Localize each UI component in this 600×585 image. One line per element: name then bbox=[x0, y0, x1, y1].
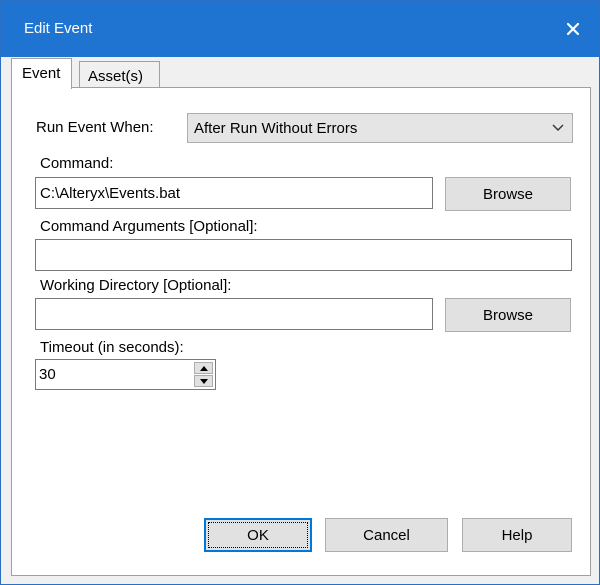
tab-assets-label: Asset(s) bbox=[88, 68, 144, 85]
ok-button[interactable]: OK bbox=[204, 518, 312, 552]
ok-label: OK bbox=[247, 526, 269, 544]
tab-assets[interactable]: Asset(s) bbox=[79, 61, 160, 88]
tab-event[interactable]: Event bbox=[11, 58, 72, 89]
title-bar: Edit Event bbox=[1, 1, 599, 57]
command-arguments-label: Command Arguments [Optional]: bbox=[40, 218, 258, 235]
working-directory-browse-label: Browse bbox=[482, 306, 534, 324]
arrow-up-icon bbox=[199, 365, 208, 371]
dialog-title: Edit Event bbox=[24, 20, 93, 37]
command-label: Command: bbox=[40, 155, 114, 172]
working-directory-input[interactable] bbox=[35, 298, 433, 330]
command-browse-label: Browse bbox=[482, 185, 534, 203]
cancel-button[interactable]: Cancel bbox=[325, 518, 448, 552]
working-directory-label: Working Directory [Optional]: bbox=[40, 277, 232, 294]
command-input[interactable] bbox=[35, 177, 433, 209]
close-icon bbox=[567, 23, 579, 35]
help-label: Help bbox=[501, 526, 533, 544]
timeout-increment-button[interactable] bbox=[194, 362, 213, 374]
arrow-down-icon bbox=[199, 378, 208, 384]
run-event-when-select[interactable]: After Run Without Errors bbox=[187, 113, 573, 143]
timeout-stepper bbox=[35, 359, 216, 390]
run-event-when-label: Run Event When: bbox=[36, 119, 154, 136]
close-button[interactable] bbox=[547, 1, 599, 57]
tab-event-label: Event bbox=[22, 65, 61, 82]
chevron-down-icon bbox=[552, 124, 564, 131]
tab-strip: Event Asset(s) bbox=[7, 58, 593, 89]
run-event-when-value: After Run Without Errors bbox=[194, 120, 358, 137]
timeout-label: Timeout (in seconds): bbox=[40, 339, 184, 356]
help-button[interactable]: Help bbox=[462, 518, 572, 552]
timeout-decrement-button[interactable] bbox=[194, 375, 213, 387]
command-browse-button[interactable]: Browse bbox=[445, 177, 571, 211]
timeout-input[interactable] bbox=[36, 360, 194, 389]
command-arguments-input[interactable] bbox=[35, 239, 572, 271]
cancel-label: Cancel bbox=[363, 526, 410, 544]
working-directory-browse-button[interactable]: Browse bbox=[445, 298, 571, 332]
timeout-spin-buttons bbox=[194, 362, 213, 387]
edit-event-dialog: Edit Event Event Asset(s) Run Event When… bbox=[0, 0, 600, 585]
